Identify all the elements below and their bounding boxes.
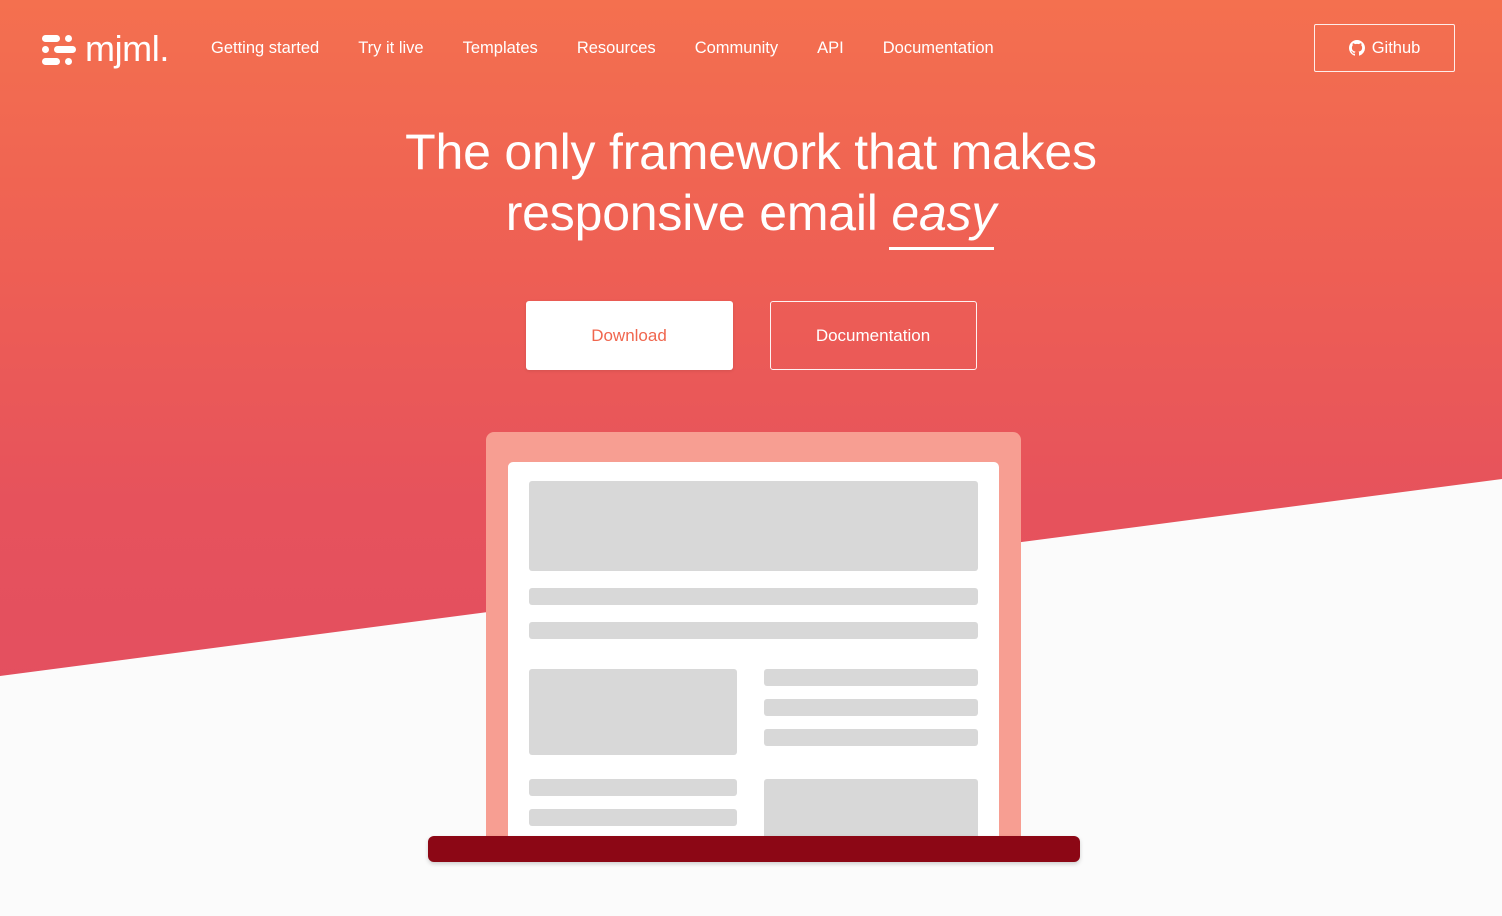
documentation-button[interactable]: Documentation	[769, 301, 977, 370]
wireframe-column-right	[764, 669, 978, 755]
logo-dot	[65, 57, 72, 65]
wireframe-image-block	[764, 779, 978, 839]
laptop-lid	[486, 432, 1021, 844]
mjml-mark-icon	[42, 34, 76, 65]
wireframe-text-line	[529, 809, 737, 826]
headline-emphasis: easy	[889, 183, 996, 250]
logo-row-1	[42, 34, 76, 42]
github-icon	[1348, 40, 1365, 56]
logo-row-3	[42, 57, 76, 65]
wireframe-image-block	[529, 669, 737, 755]
logo-bar	[42, 34, 60, 42]
hero-cta-group: Download Documentation	[0, 301, 1502, 370]
github-button-label: Github	[1371, 38, 1421, 57]
logo-dot	[65, 34, 72, 42]
logo-dot	[42, 46, 49, 53]
wireframe-hero-image	[529, 481, 978, 571]
laptop-illustration	[428, 432, 1080, 862]
top-navigation-bar: mjml. Getting started Try it live Templa…	[0, 0, 1502, 97]
nav-links: Getting started Try it live Templates Re…	[211, 33, 994, 64]
download-button[interactable]: Download	[525, 301, 733, 370]
nav-item-resources[interactable]: Resources	[577, 33, 656, 64]
wireframe-two-column-row	[529, 779, 978, 839]
logo-row-2	[42, 46, 76, 53]
wireframe-column-right	[764, 779, 978, 839]
page-root: mjml. Getting started Try it live Templa…	[0, 0, 1502, 916]
logo-bar	[54, 46, 76, 53]
headline-line-1: The only framework that makes	[405, 124, 1097, 180]
brand-logo-link[interactable]: mjml.	[42, 25, 169, 73]
wireframe-text-line	[764, 669, 978, 686]
logo-bar	[42, 57, 60, 65]
wireframe-column-left	[529, 779, 737, 839]
wireframe-text-line	[529, 779, 737, 796]
laptop-base	[428, 836, 1080, 862]
nav-item-templates[interactable]: Templates	[463, 33, 538, 64]
wireframe-two-column-row	[529, 669, 978, 755]
nav-item-try-it-live[interactable]: Try it live	[358, 33, 423, 64]
github-button[interactable]: Github	[1314, 24, 1455, 72]
wireframe-text-line	[764, 699, 978, 716]
wireframe-text-line	[529, 588, 978, 605]
wireframe-text-line	[764, 729, 978, 746]
nav-item-community[interactable]: Community	[695, 33, 778, 64]
wireframe-text-line	[529, 622, 978, 639]
page-title: The only framework that makes responsive…	[0, 122, 1502, 250]
wireframe-column-left	[529, 669, 737, 755]
nav-item-api[interactable]: API	[817, 33, 844, 64]
nav-item-documentation[interactable]: Documentation	[883, 33, 994, 64]
headline-line-2: responsive email	[505, 185, 878, 241]
nav-item-getting-started[interactable]: Getting started	[211, 33, 319, 64]
laptop-screen	[508, 462, 999, 844]
brand-name: mjml.	[85, 27, 169, 69]
